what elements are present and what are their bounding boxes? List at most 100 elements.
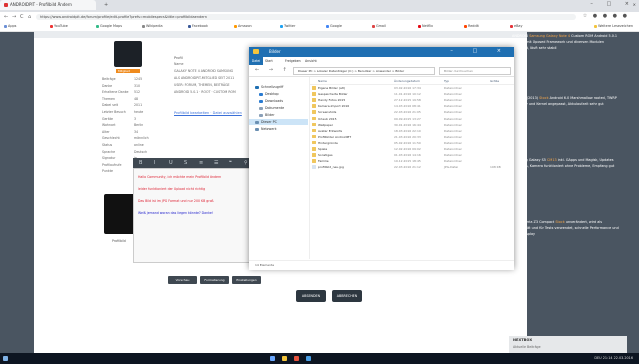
nav-item-label: Schnellzugriff xyxy=(261,85,284,89)
bookmark-item[interactable]: Gmail xyxy=(372,24,386,28)
toolbar-button[interactable]: ≡ xyxy=(199,160,203,166)
bio-line: GALAXY NOTE 4 ANDROID SAMSUNG xyxy=(174,69,234,73)
ribbon-tab-file[interactable]: Datei xyxy=(249,57,263,65)
bookmark-icon xyxy=(4,24,7,28)
nav-item[interactable]: Bilder xyxy=(259,113,275,117)
file-row[interactable]: Sonstiges 01.03.2016 14:16 Dateiordner xyxy=(310,152,514,158)
toolbar-button[interactable]: ⚲ xyxy=(244,160,248,166)
browser-tab[interactable]: ANDROIDPIT - Profilbild Ändern × xyxy=(0,0,636,10)
window-controls[interactable]: – □ × xyxy=(590,1,635,7)
file-row[interactable]: profilbild_neu.jpg 22.03.2016 21:12 JPG-Da… xyxy=(310,164,514,170)
file-name: Avatar Entwürfe xyxy=(318,128,343,133)
explorer-search-field[interactable]: Bilder durchsuchen xyxy=(439,67,511,75)
file-type: Dateiordner xyxy=(444,98,462,103)
bookmark-item[interactable]: eBay xyxy=(510,24,523,28)
explorer-window-controls[interactable]: – □ × xyxy=(450,48,510,54)
column-header[interactable]: Name xyxy=(318,79,327,83)
reload-icon[interactable]: C xyxy=(20,14,24,20)
toolbar-button[interactable]: U xyxy=(169,160,173,166)
file-row[interactable]: Eigene Bilder (alt) 03.02.2016 17:34 Datei… xyxy=(310,85,514,91)
file-row[interactable]: Gespeicherte Bilder 11.01.2016 10:12 Datei… xyxy=(310,91,514,97)
file-row[interactable]: Hintergründe 05.02.2016 11:50 Dateiordner xyxy=(310,140,514,146)
nav-item[interactable]: Netzwerk xyxy=(255,127,277,131)
nav-item[interactable]: Schnellzugriff xyxy=(255,85,283,89)
editor-option-button[interactable]: Formatierung xyxy=(200,276,229,284)
file-row[interactable]: Avatar Entwürfe 18.03.2016 22:10 Dateiordn… xyxy=(310,128,514,134)
file-row[interactable]: Urlaub 2015 09.09.2015 13:27 Dateiordner xyxy=(310,116,514,122)
new-tab-button[interactable]: + xyxy=(104,2,108,8)
explorer-titlebar[interactable]: Bilder – □ × xyxy=(249,47,514,57)
nav-item[interactable]: Dokumente xyxy=(259,106,284,110)
taskbar-app-icon[interactable] xyxy=(270,356,275,361)
toolbar-button[interactable]: S xyxy=(184,160,187,166)
sidebar-text-prefix: Sony Xperia Z3 Compact xyxy=(512,220,556,224)
bookmark-item[interactable]: Google Maps xyxy=(96,24,122,28)
taskbar-mail-icon[interactable] xyxy=(306,356,311,361)
file-date: 27.12.2015 19:58 xyxy=(394,98,421,103)
file-row[interactable]: Profilbilder AndroidPIT 21.03.2016 20:33 D… xyxy=(310,134,514,140)
bookmark-item[interactable]: Twitter xyxy=(280,24,295,28)
bookmark-label: Netflix xyxy=(422,24,434,28)
folder-icon xyxy=(312,159,316,163)
bookmark-item[interactable]: Wikipedia xyxy=(142,24,163,28)
sidebar-paragraph: ANDROID Samsung Galaxy Note 4 Custom ROM… xyxy=(512,33,620,51)
toolbar-button[interactable]: I xyxy=(154,160,155,166)
editor-option-button[interactable]: Vorschau xyxy=(168,276,197,284)
folder-icon xyxy=(253,49,259,54)
nav-item[interactable]: Desktop xyxy=(259,92,279,96)
editor-option-button[interactable]: Einstellungen xyxy=(232,276,261,284)
bookmark-item[interactable]: Google xyxy=(326,24,342,28)
nav-item[interactable]: Dieser PC xyxy=(255,120,277,124)
file-row[interactable]: Wallpaper 30.01.2016 16:44 Dateiordner xyxy=(310,122,514,128)
file-date: 12.02.2016 09:02 xyxy=(394,147,421,151)
file-name: Kamera-Import 2016 xyxy=(318,104,350,109)
file-row[interactable]: Spiele 12.02.2016 09:02 Dateiordner xyxy=(310,146,514,152)
bookmark-item[interactable]: Facebook xyxy=(188,24,208,28)
home-icon[interactable]: ⌂ xyxy=(28,14,31,20)
bookmark-icon xyxy=(142,24,145,28)
bookmark-item[interactable]: Netflix xyxy=(418,24,433,28)
ribbon-tab[interactable]: Ansicht xyxy=(305,59,317,63)
nav-item[interactable]: Downloads xyxy=(259,99,283,103)
start-icon[interactable] xyxy=(3,356,8,361)
taskbar-chrome-icon[interactable] xyxy=(294,356,299,361)
column-header[interactable]: Änderungsdatum xyxy=(394,79,420,83)
nav-item-icon xyxy=(259,113,263,117)
bio-line: Name xyxy=(174,62,184,66)
bookmark-item[interactable]: YouTube xyxy=(50,24,68,28)
column-header[interactable]: Größe xyxy=(490,79,499,83)
cancel-button[interactable]: ABBRECHEN xyxy=(332,290,362,302)
file-row[interactable]: Screenshots 22.03.2016 21:05 Dateiordner xyxy=(310,109,514,115)
taskbar-explorer-icon[interactable] xyxy=(282,356,287,361)
extension-icons[interactable]: ☆ ● ● ● ● xyxy=(583,13,629,19)
file-row[interactable]: Kamera-Import 2016 14.03.2016 08:41 Dateio… xyxy=(310,103,514,109)
ribbon-tab[interactable]: Freigeben xyxy=(285,59,301,63)
bookmark-item[interactable]: Weitere Lesezeichen xyxy=(594,24,633,28)
file-date: 21.03.2016 20:33 xyxy=(394,134,421,139)
system-tray[interactable]: DEU 21:14 22.03.2016 xyxy=(594,356,633,360)
url-field[interactable]: https://www.androidpit.de/forum/profile/… xyxy=(36,14,576,20)
file-explorer-window[interactable]: Bilder – □ × Datei Start Freigeben Ansicht … xyxy=(249,47,514,270)
file-row[interactable]: Familie 19.12.2015 18:45 Dateiordner xyxy=(310,158,514,164)
bookmark-item[interactable]: Reddit xyxy=(464,24,479,28)
bookmark-item[interactable]: Apps xyxy=(4,24,16,28)
file-name: Eigene Bilder (alt) xyxy=(318,86,346,90)
nav-item-icon xyxy=(259,92,263,96)
toolbar-button[interactable]: ☰ xyxy=(214,160,218,166)
explorer-nav-arrows[interactable]: ← → ↑ xyxy=(255,67,291,73)
ribbon-tab[interactable]: Start xyxy=(265,59,273,63)
file-name: Spiele xyxy=(318,147,328,151)
forward-icon[interactable]: → xyxy=(12,14,16,20)
bookmark-item[interactable]: Amazon xyxy=(234,24,252,28)
sidebar-text-accent: CM13 xyxy=(547,158,557,162)
profile-link[interactable]: Profilbild bearbeiten · Datei auswählen xyxy=(174,111,242,115)
nav-item-icon xyxy=(255,85,259,89)
toolbar-button[interactable]: B xyxy=(139,160,142,166)
stat-label: Beiträge xyxy=(102,77,116,81)
toolbar-button[interactable]: ❝ xyxy=(229,160,232,166)
submit-button[interactable]: ABSENDEN xyxy=(296,290,326,302)
back-icon[interactable]: ← xyxy=(4,14,8,20)
column-header[interactable]: Typ xyxy=(444,79,449,83)
file-row[interactable]: Handy Fotos 2015 27.12.2015 19:58 Dateiord… xyxy=(310,97,514,103)
explorer-path-field[interactable]: Dieser PC > Lokaler Datenträger (C:) > B… xyxy=(293,67,435,75)
